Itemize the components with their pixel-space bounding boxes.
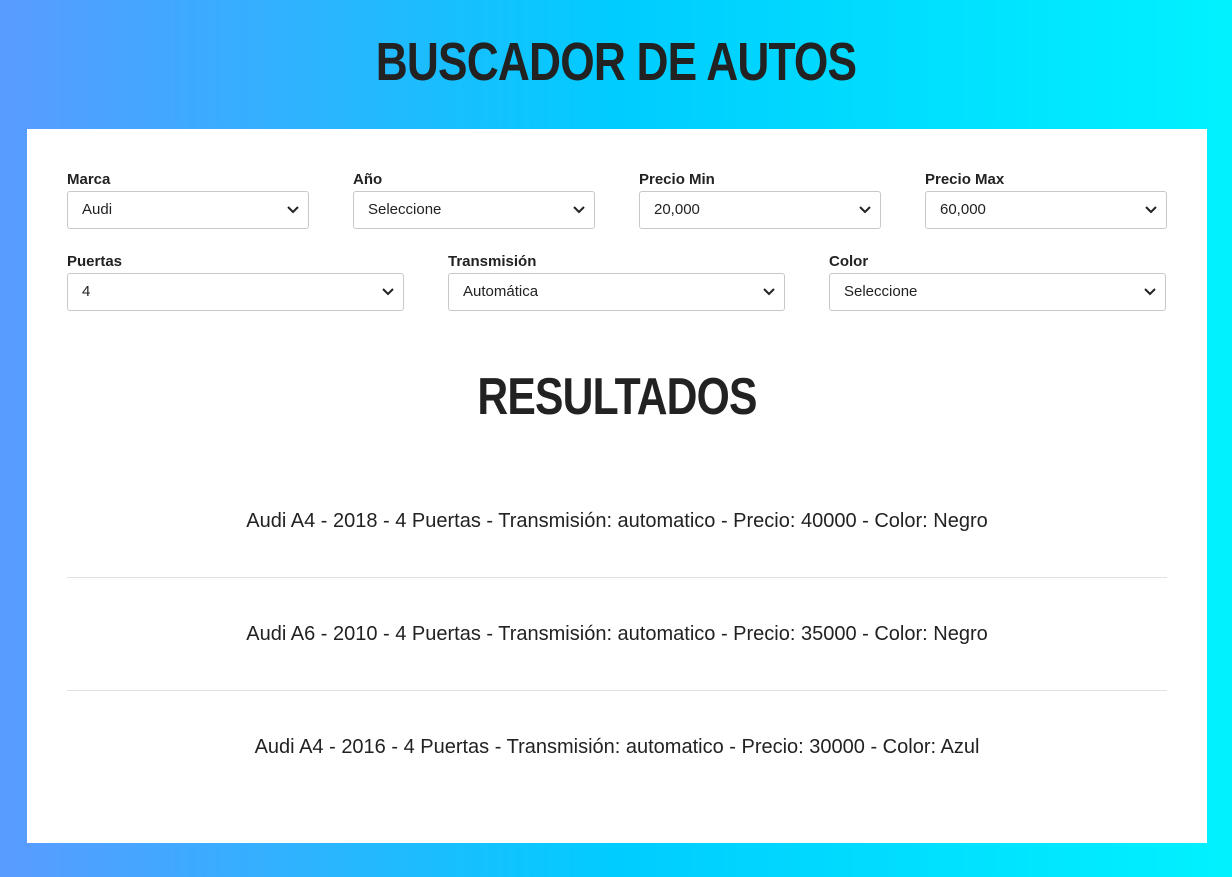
filter-marca: Marca Audi	[67, 169, 309, 229]
chevron-down-icon	[859, 206, 871, 214]
transmision-value: Automática	[463, 283, 539, 300]
filter-precio-min: Precio Min 20,000	[639, 169, 881, 229]
filter-ano: Año Seleccione	[353, 169, 595, 229]
filter-color: Color Seleccione	[829, 251, 1166, 311]
ano-value: Seleccione	[368, 201, 442, 218]
precio-min-value: 20,000	[654, 201, 700, 218]
chevron-down-icon	[1145, 206, 1157, 214]
result-item: Audi A4 - 2016 - 4 Puertas - Transmisión…	[254, 736, 980, 758]
puertas-select[interactable]: 4	[67, 273, 404, 311]
color-value: Seleccione	[844, 283, 918, 300]
precio-max-label: Precio Max	[925, 171, 1005, 188]
puertas-label: Puertas	[67, 253, 123, 270]
chevron-down-icon	[763, 288, 775, 296]
chevron-down-icon	[573, 206, 585, 214]
marca-select[interactable]: Audi	[67, 191, 309, 229]
marca-value: Audi	[82, 201, 113, 218]
search-panel: Marca Audi Año Seleccione Precio Min 20,…	[27, 129, 1207, 843]
precio-min-label: Precio Min	[639, 171, 715, 188]
precio-max-value: 60,000	[940, 201, 986, 218]
transmision-label: Transmisión	[448, 253, 537, 270]
results-title: Resultados	[477, 368, 757, 426]
color-label: Color	[829, 253, 869, 270]
chevron-down-icon	[382, 288, 394, 296]
results-list: Audi A4 - 2018 - 4 Puertas - Transmisión…	[67, 465, 1167, 804]
chevron-down-icon	[287, 206, 299, 214]
ano-select[interactable]: Seleccione	[353, 191, 595, 229]
filter-transmision: Transmisión Automática	[448, 251, 785, 311]
result-item: Audi A6 - 2010 - 4 Puertas - Transmisión…	[67, 578, 1167, 691]
marca-label: Marca	[67, 171, 111, 188]
color-select[interactable]: Seleccione	[829, 273, 1166, 311]
chevron-down-icon	[1144, 288, 1156, 296]
ano-label: Año	[353, 171, 383, 188]
precio-min-select[interactable]: 20,000	[639, 191, 881, 229]
page-title: Buscador de Autos	[375, 32, 857, 92]
filter-puertas: Puertas 4	[67, 251, 404, 311]
result-item: Audi A4 - 2018 - 4 Puertas - Transmisión…	[67, 465, 1167, 578]
precio-max-select[interactable]: 60,000	[925, 191, 1167, 229]
transmision-select[interactable]: Automática	[448, 273, 785, 311]
filter-precio-max: Precio Max 60,000	[925, 169, 1167, 229]
puertas-value: 4	[82, 283, 91, 300]
